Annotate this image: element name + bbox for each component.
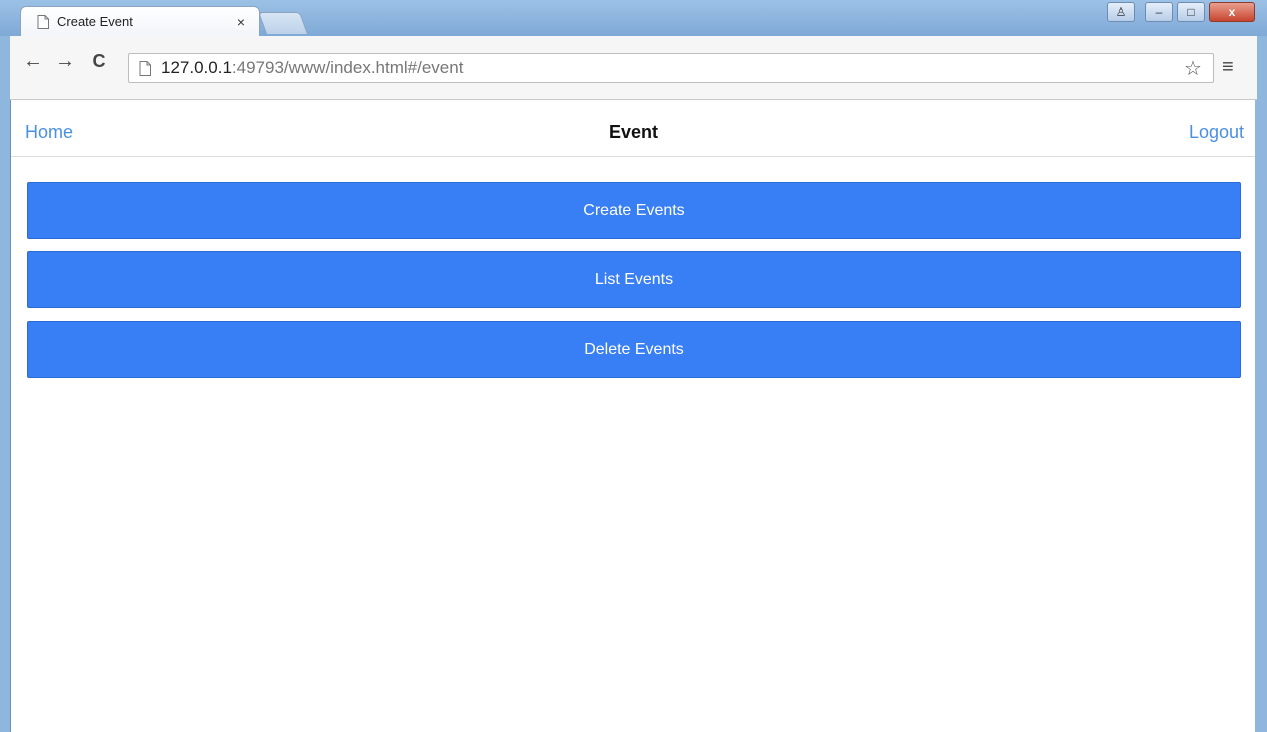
tab-title: Create Event xyxy=(57,14,133,29)
bookmark-star-icon[interactable]: ☆ xyxy=(1184,56,1202,81)
page-icon xyxy=(139,60,151,76)
back-arrow-icon[interactable]: ← xyxy=(22,50,44,72)
delete-events-button[interactable]: Delete Events xyxy=(27,321,1241,378)
minimize-button[interactable]: – xyxy=(1145,2,1173,22)
app-header: Home Event Logout xyxy=(11,100,1256,157)
logout-link[interactable]: Logout xyxy=(1189,122,1244,143)
url-host: 127.0.0.1 xyxy=(161,58,232,77)
new-tab-button[interactable] xyxy=(257,12,309,34)
menu-icon[interactable]: ≡ xyxy=(1222,56,1234,79)
page-icon xyxy=(37,14,49,29)
reload-icon[interactable]: C xyxy=(88,50,110,72)
page-content: Home Event Logout Create Events List Eve… xyxy=(10,100,1256,732)
profile-icon[interactable]: ♙ xyxy=(1107,2,1135,22)
page-title: Event xyxy=(608,122,659,142)
window-controls: ♙ – □ x xyxy=(1107,2,1255,22)
browser-toolbar: ← → C 127.0.0.1:49793/www/index.html#/ev… xyxy=(10,36,1257,100)
window-frame-edge xyxy=(1255,100,1267,732)
window-titlebar: Create Event × ♙ – □ x xyxy=(0,0,1267,36)
maximize-button[interactable]: □ xyxy=(1177,2,1205,22)
tab-close-icon[interactable]: × xyxy=(233,14,249,30)
address-bar[interactable]: 127.0.0.1:49793/www/index.html#/event xyxy=(128,53,1214,83)
url-path: :49793/www/index.html#/event xyxy=(231,58,464,77)
list-events-button[interactable]: List Events xyxy=(27,251,1241,308)
forward-arrow-icon[interactable]: → xyxy=(54,50,76,72)
close-window-button[interactable]: x xyxy=(1209,2,1255,22)
browser-tab[interactable]: Create Event × xyxy=(20,6,260,36)
create-events-button[interactable]: Create Events xyxy=(27,182,1241,239)
